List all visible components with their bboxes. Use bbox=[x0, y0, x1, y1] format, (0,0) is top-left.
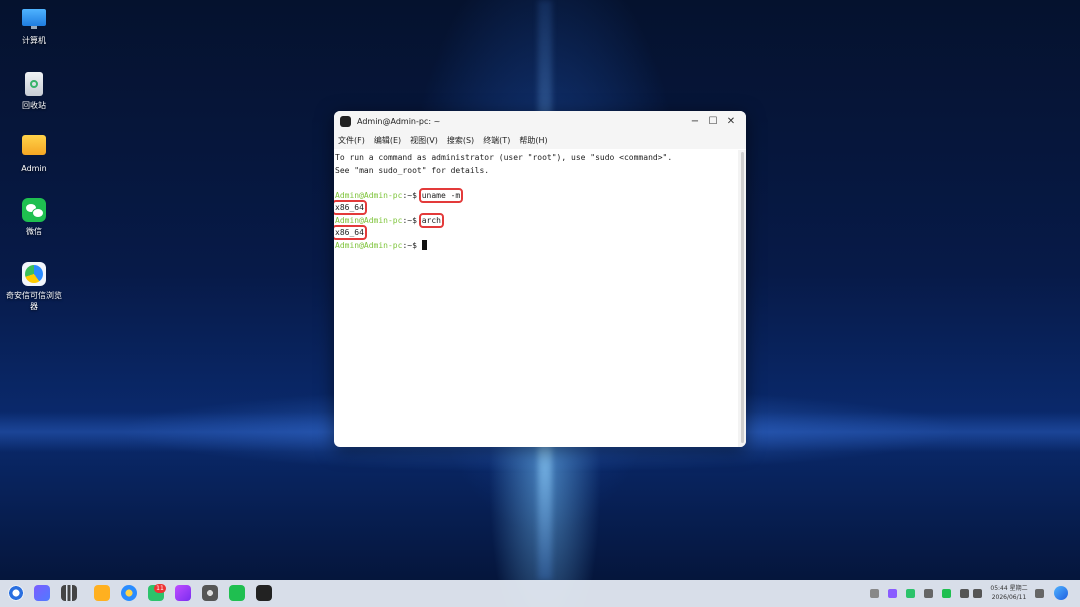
output-line: x86_64 bbox=[334, 225, 737, 240]
network-icon[interactable] bbox=[960, 589, 969, 598]
intro-line: See "man sudo_root" for details. bbox=[335, 165, 490, 175]
prompt: Admin@Admin-pc bbox=[335, 215, 403, 225]
clock-date: 2026/06/11 bbox=[991, 594, 1027, 601]
menu-help[interactable]: 帮助(H) bbox=[519, 135, 547, 146]
desktop-icon-label: Admin bbox=[21, 164, 47, 173]
output-text: x86_64 bbox=[334, 225, 367, 240]
prompt: Admin@Admin-pc bbox=[335, 190, 403, 200]
command-text: arch bbox=[418, 212, 445, 228]
terminal-app-icon bbox=[340, 115, 351, 127]
clipboard-icon[interactable] bbox=[870, 589, 879, 598]
intro-line: To run a command as administrator (user … bbox=[335, 153, 673, 162]
terminal-output[interactable]: To run a command as administrator (user … bbox=[334, 150, 738, 447]
multitask-view-icon[interactable] bbox=[61, 585, 77, 601]
folder-icon bbox=[22, 135, 46, 155]
output-text: x86_64 bbox=[334, 200, 367, 215]
clock[interactable]: 05:44 星期二 2026/06/11 bbox=[987, 584, 1031, 602]
menu-file[interactable]: 文件(F) bbox=[338, 135, 365, 146]
clock-time: 05:44 星期二 bbox=[990, 585, 1028, 592]
assistant-icon[interactable] bbox=[1054, 586, 1068, 600]
scrollbar-thumb[interactable] bbox=[741, 152, 744, 443]
terminal-window[interactable]: Admin@Admin-pc: ~ − ☐ ✕ 文件(F) 编辑(E) 视图(V… bbox=[334, 111, 746, 447]
menu-bar: 文件(F) 编辑(E) 视图(V) 搜索(S) 终端(T) 帮助(H) bbox=[334, 131, 746, 149]
edit-icon[interactable] bbox=[924, 589, 933, 598]
wechat-taskbar-icon[interactable] bbox=[229, 585, 245, 601]
desktop-icon-wechat[interactable]: 微信 bbox=[4, 198, 64, 237]
title-bar[interactable]: Admin@Admin-pc: ~ − ☐ ✕ bbox=[334, 111, 746, 131]
prompt-suffix: :~$ bbox=[402, 215, 417, 225]
minimize-button[interactable]: − bbox=[686, 116, 704, 127]
close-button[interactable]: ✕ bbox=[722, 116, 740, 127]
browser-icon bbox=[22, 262, 46, 286]
window-title: Admin@Admin-pc: ~ bbox=[357, 116, 441, 126]
desktop-icon-trash[interactable]: 回收站 bbox=[4, 72, 64, 111]
tray-wechat-icon[interactable] bbox=[942, 589, 951, 598]
notification-badge: 11 bbox=[154, 584, 166, 593]
desktop-icon-label: 计算机 bbox=[22, 36, 46, 45]
volume-icon[interactable] bbox=[973, 589, 982, 598]
start-menu-icon[interactable] bbox=[8, 585, 24, 601]
desktop-icon-browser[interactable]: 奇安信可信浏览器 bbox=[4, 262, 64, 312]
menu-terminal[interactable]: 终端(T) bbox=[483, 135, 510, 146]
menu-view[interactable]: 视图(V) bbox=[410, 135, 438, 146]
desktop-icon-label: 回收站 bbox=[22, 101, 46, 110]
prompt-suffix: :~$ bbox=[402, 240, 417, 250]
prompt-suffix: :~$ bbox=[402, 190, 417, 200]
desktop-icon-computer[interactable]: 计算机 bbox=[4, 9, 64, 46]
notes-app-icon[interactable] bbox=[94, 585, 110, 601]
browser-taskbar-icon[interactable] bbox=[121, 585, 137, 601]
desktop-icon-label: 奇安信可信浏览器 bbox=[6, 291, 62, 311]
tray-app-icon[interactable] bbox=[888, 589, 897, 598]
menu-search[interactable]: 搜索(S) bbox=[447, 135, 474, 146]
app-store-icon[interactable] bbox=[175, 585, 191, 601]
command-text: uname -m bbox=[418, 187, 464, 203]
output-line: x86_64 bbox=[334, 200, 737, 215]
vertical-scrollbar[interactable] bbox=[738, 150, 746, 447]
text-cursor bbox=[421, 239, 427, 250]
menu-edit[interactable]: 编辑(E) bbox=[374, 135, 401, 146]
tray-chat-icon[interactable] bbox=[906, 589, 915, 598]
command-line: Admin@Admin-pc:~$ uname -m bbox=[335, 187, 737, 203]
maximize-button[interactable]: ☐ bbox=[704, 116, 722, 127]
notification-icon[interactable] bbox=[1035, 589, 1044, 598]
launcher-icon[interactable] bbox=[34, 585, 50, 601]
desktop-icon-label: 微信 bbox=[26, 227, 42, 236]
terminal-taskbar-icon[interactable] bbox=[256, 585, 272, 601]
command-line: Admin@Admin-pc:~$ bbox=[335, 239, 737, 253]
command-line: Admin@Admin-pc:~$ arch bbox=[335, 212, 737, 228]
wechat-icon bbox=[22, 198, 46, 222]
computer-icon bbox=[22, 9, 46, 29]
desktop-icon-admin-folder[interactable]: Admin bbox=[4, 135, 64, 174]
camera-icon[interactable] bbox=[202, 585, 218, 601]
prompt: Admin@Admin-pc bbox=[335, 240, 403, 250]
trash-icon bbox=[25, 72, 43, 96]
